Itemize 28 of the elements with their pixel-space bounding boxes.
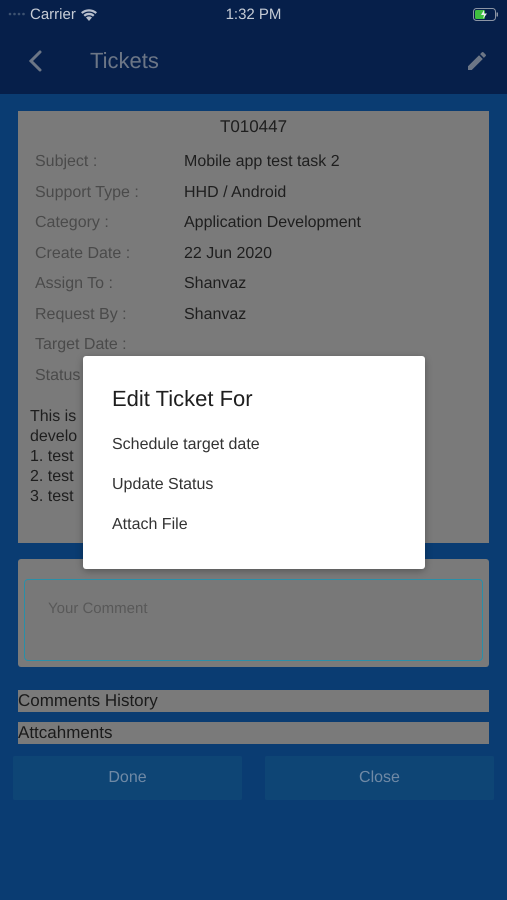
signal-icon bbox=[8, 12, 26, 16]
field-value: Mobile app test task 2 bbox=[184, 153, 340, 172]
page-title: Tickets bbox=[90, 48, 160, 74]
dialog-option[interactable]: Update Status bbox=[112, 472, 396, 512]
carrier-name: Carrier bbox=[30, 6, 76, 22]
description-text: This is bbox=[30, 408, 76, 425]
field-value: Shanvaz bbox=[184, 275, 246, 294]
dialog-title: Edit Ticket For bbox=[112, 386, 254, 412]
field-value: HHD / Android bbox=[184, 184, 286, 202]
done-button[interactable]: Done bbox=[13, 756, 242, 800]
close-button[interactable]: Close bbox=[265, 756, 494, 800]
status-time: 1:32 PM bbox=[226, 6, 282, 22]
section-header[interactable]: Attcahments bbox=[18, 722, 489, 744]
section-header[interactable]: Comments History bbox=[18, 690, 489, 712]
field-value: Application Development bbox=[184, 214, 361, 232]
wifi-icon bbox=[80, 8, 98, 20]
dialog-option[interactable]: Attach File bbox=[112, 512, 396, 552]
pencil-icon[interactable] bbox=[465, 49, 489, 73]
description-text: 2. test bbox=[30, 468, 74, 485]
description-text: 1. test bbox=[30, 448, 74, 465]
back-icon[interactable] bbox=[28, 50, 42, 72]
description-text: 3. test bbox=[30, 488, 74, 505]
ticket-id: T010447 bbox=[218, 117, 288, 137]
field-value: 22 Jun 2020 bbox=[184, 244, 272, 263]
dialog-option[interactable]: Schedule target date bbox=[112, 432, 396, 472]
description-text: develo bbox=[30, 428, 78, 445]
field-value: Shanvaz bbox=[184, 306, 246, 324]
battery-icon bbox=[473, 8, 499, 20]
